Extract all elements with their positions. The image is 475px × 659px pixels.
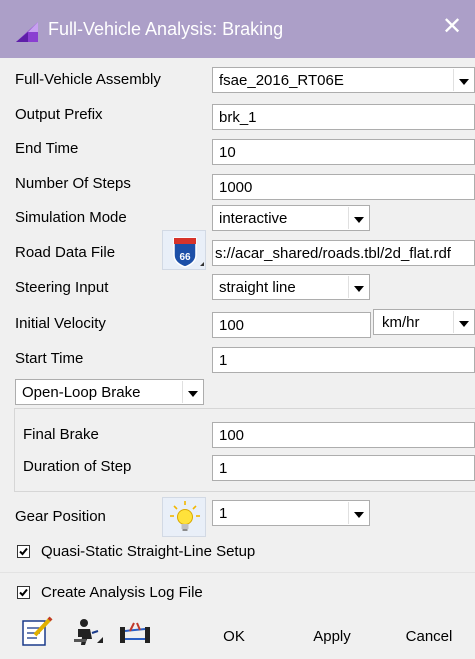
gear-hint-button[interactable] — [162, 497, 206, 537]
gear-select[interactable]: 1 — [212, 500, 370, 526]
duration-label: Duration of Step — [23, 458, 132, 475]
end-time-field[interactable]: 10 — [212, 139, 475, 165]
chevron-down-icon[interactable] — [182, 381, 202, 403]
gear-value: 1 — [219, 505, 228, 522]
apply-button[interactable]: Apply — [299, 619, 365, 655]
highway-shield-icon: 66 — [173, 237, 204, 268]
chevron-down-icon[interactable] — [348, 502, 368, 524]
assembly-select[interactable]: fsae_2016_RT06E — [212, 67, 475, 93]
divider — [0, 572, 475, 573]
suspension-icon — [120, 622, 150, 643]
chevron-down-icon[interactable] — [348, 276, 368, 298]
assembly-value: fsae_2016_RT06E — [219, 72, 344, 89]
assembly-label: Full-Vehicle Assembly — [15, 71, 161, 88]
steps-field[interactable]: 1000 — [212, 174, 475, 200]
log-file-label: Create Analysis Log File — [41, 584, 203, 601]
close-icon[interactable]: ✕ — [442, 15, 462, 39]
steering-value: straight line — [219, 279, 296, 296]
notepad-pencil-icon — [22, 616, 53, 646]
ok-button[interactable]: OK — [204, 619, 264, 655]
window-title: Full-Vehicle Analysis: Braking — [48, 19, 284, 39]
driver-icon — [74, 619, 103, 645]
quasi-static-checkbox[interactable] — [17, 545, 30, 558]
sim-mode-select[interactable]: interactive — [212, 205, 370, 231]
cancel-button[interactable]: Cancel — [392, 619, 466, 655]
gear-label: Gear Position — [15, 508, 106, 525]
suspension-view-button[interactable] — [118, 615, 152, 649]
driver-settings-button[interactable] — [70, 615, 104, 649]
road-label: Road Data File — [15, 244, 116, 261]
start-time-field[interactable]: 1 — [212, 347, 475, 373]
chevron-down-icon[interactable] — [348, 207, 368, 229]
duration-field[interactable]: 1 — [212, 455, 475, 481]
output-prefix-label: Output Prefix — [15, 106, 103, 123]
lightbulb-icon — [170, 501, 200, 531]
end-time-label: End Time — [15, 140, 79, 157]
velocity-unit-value: km/hr — [382, 314, 420, 331]
chevron-down-icon[interactable] — [453, 311, 473, 333]
title-bar: Full-Vehicle Analysis: Braking ✕ — [0, 0, 475, 58]
quasi-static-label: Quasi-Static Straight-Line Setup — [41, 543, 256, 560]
checkmark-icon — [19, 588, 28, 597]
start-time-label: Start Time — [15, 350, 84, 367]
log-file-checkbox[interactable] — [17, 586, 30, 599]
steering-select[interactable]: straight line — [212, 274, 370, 300]
braking-dialog: Full-Vehicle Assembly fsae_2016_RT06E Ou… — [0, 58, 475, 659]
brake-mode-value: Open-Loop Brake — [22, 384, 141, 401]
final-brake-label: Final Brake — [23, 426, 99, 443]
steering-label: Steering Input — [15, 279, 109, 296]
road-icon-text: 66 — [179, 252, 191, 263]
velocity-field[interactable]: 100 — [212, 312, 371, 338]
checkmark-icon — [19, 547, 28, 556]
adams-car-icon — [16, 22, 38, 42]
road-file-field[interactable]: s://acar_shared/roads.tbl/2d_flat.rdf — [212, 240, 475, 266]
sim-mode-value: interactive — [219, 210, 288, 227]
steps-label: Number Of Steps — [15, 175, 131, 192]
velocity-label: Initial Velocity — [15, 315, 106, 332]
brake-mode-select[interactable]: Open-Loop Brake — [15, 379, 204, 405]
chevron-down-icon[interactable] — [453, 69, 473, 91]
output-prefix-field[interactable]: brk_1 — [212, 104, 475, 130]
velocity-unit-select[interactable]: km/hr — [373, 309, 475, 335]
edit-notes-button[interactable] — [20, 615, 54, 649]
road-browse-button[interactable]: 66 — [162, 230, 206, 270]
final-brake-field[interactable]: 100 — [212, 422, 475, 448]
sim-mode-label: Simulation Mode — [15, 209, 127, 226]
